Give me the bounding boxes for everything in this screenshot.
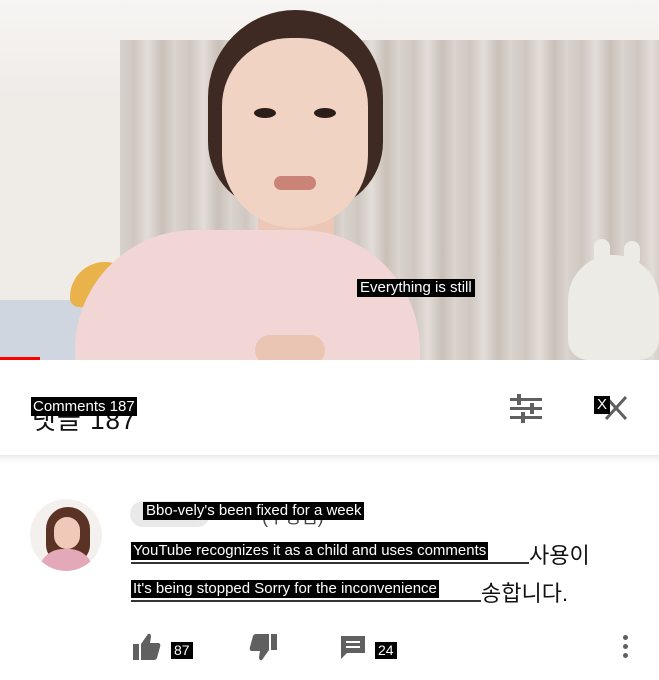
comment-line-1-original-tail: 사용이 [529,543,590,568]
close-button[interactable]: X [594,392,630,426]
like-count: 87 [171,642,193,659]
comments-header: 댓글 187 Comments 187 X [0,360,659,455]
more-vertical-icon-dot [623,644,628,649]
video-scene-plush-toy [568,239,659,360]
reply-button[interactable] [338,632,368,662]
video-person-eye-left [254,108,276,118]
video-person-eye-right [314,108,336,118]
more-vertical-icon-dot [623,653,628,658]
thumbs-down-icon [249,634,277,661]
sort-icon[interactable] [508,393,544,425]
reply-icon [341,636,365,659]
video-caption: Everything is still [357,279,475,297]
dislike-button[interactable] [248,632,278,662]
comment-text-line-2: It's being stopped Sorry for the inconve… [131,580,439,598]
video-person-face [222,38,368,228]
more-vertical-icon [623,635,628,640]
video-person-hand [255,335,325,360]
comments-title: Comments 187 [31,397,137,416]
video-player[interactable]: Everything is still [0,0,659,360]
comment-author[interactable]: Bbo-vely's been fixed for a week [143,502,365,520]
avatar[interactable] [30,499,102,571]
thumbs-up-icon [133,633,161,660]
avatar-face [54,517,80,549]
comment-line-1-original-strokes [131,562,529,564]
like-button[interactable] [132,632,162,662]
comment-line-2-original-tail: 송합니다. [481,581,569,606]
more-options-button[interactable] [618,633,634,661]
header-divider [0,455,659,465]
comment-text-line-1: YouTube recognizes it as a child and use… [131,542,489,560]
video-person-mouth [274,176,316,190]
comment-line-2-original-strokes [131,600,481,602]
reply-count: 24 [375,642,397,659]
close-label: X [594,396,611,414]
comment-actions: 87 24 [0,625,659,670]
